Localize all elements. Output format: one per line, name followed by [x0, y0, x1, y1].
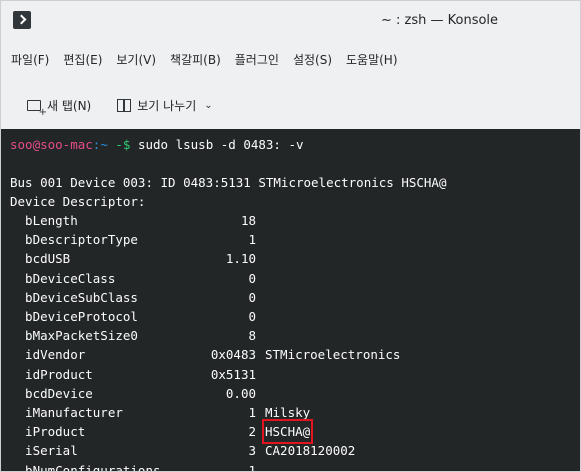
title-bar[interactable]: ~ : zsh — Konsole: [1, 1, 580, 41]
descriptor-row: bNumConfigurations 1: [1, 461, 580, 472]
field-value: 0: [248, 270, 256, 286]
split-view-label: 보기 나누기: [137, 98, 197, 113]
field-name: iSerial: [10, 443, 78, 459]
field-description: CA2018120002: [265, 443, 356, 459]
command-text: sudo lsusb -d 0483: -v: [137, 137, 304, 152]
menu-settings[interactable]: 설정(S): [279, 49, 332, 71]
menu-bar: 파일(F) 편집(E) 보기(V) 책갈피(B) 플러그인 설정(S) 도움말(…: [1, 49, 580, 71]
field-name: bMaxPacketSize0: [10, 328, 138, 344]
field-value: 0x0483: [210, 347, 256, 363]
descriptor-row: bDescriptorType 1: [1, 230, 580, 249]
new-tab-label: 새 탭(N): [47, 98, 92, 113]
field-name: idVendor: [10, 347, 86, 363]
new-tab-icon: [27, 99, 47, 118]
descriptor-row: bcdDevice 0.00: [1, 384, 580, 403]
descriptor-row: iSerial 3 CA2018120002: [1, 441, 580, 460]
field-name: bcdUSB: [10, 251, 71, 267]
field-description: STMicroelectronics: [265, 347, 401, 363]
field-value: 0x5131: [210, 366, 256, 382]
field-name: bcdDevice: [10, 385, 93, 401]
field-value: 1: [248, 405, 256, 420]
field-value: 0: [248, 309, 256, 324]
descriptor-row: bcdUSB 1.10: [1, 249, 580, 268]
descriptor-row: bLength 18: [1, 211, 580, 230]
descriptor-row: bDeviceSubClass 0: [1, 288, 580, 307]
field-name: bDescriptorType: [10, 232, 138, 248]
field-value: 0: [248, 289, 256, 305]
field-value: 1.10: [225, 251, 256, 267]
descriptor-header: Device Descriptor:: [10, 194, 146, 209]
field-name: idProduct: [10, 366, 93, 382]
konsole-window: ~ : zsh — Konsole 파일(F) 편집(E) 보기(V) 책갈피(…: [0, 0, 581, 472]
menu-view[interactable]: 보기(V): [102, 49, 156, 71]
descriptor-row: bDeviceProtocol 0: [1, 307, 580, 326]
field-name: bLength: [10, 213, 78, 228]
menu-plugins[interactable]: 플러그인: [221, 49, 279, 71]
highlighted-product-name: HSCHA@: [261, 419, 314, 445]
bus-line: Bus 001 Device 003: ID 0483:5131 STMicro…: [10, 175, 447, 190]
descriptor-row: iManufacturer 1 Milsky: [1, 403, 580, 422]
prompt-symbol: -$: [107, 137, 138, 152]
descriptor-row: bMaxPacketSize0 8: [1, 326, 580, 345]
toolbar: 새 탭(N) 보기 나누기 ⌄: [1, 91, 580, 119]
descriptor-row: bDeviceClass 0: [1, 269, 580, 288]
field-value: 1: [248, 462, 256, 472]
field-value: 2: [248, 424, 256, 440]
field-value: 8: [248, 328, 256, 344]
menu-file[interactable]: 파일(F): [1, 49, 49, 71]
field-name: iProduct: [10, 424, 86, 440]
terminal-output[interactable]: soo@soo-mac:~ -$ sudo lsusb -d 0483: -v …: [1, 129, 580, 472]
menu-edit[interactable]: 편집(E): [49, 49, 102, 71]
field-name: bDeviceSubClass: [10, 289, 138, 305]
prompt-path: :~: [92, 137, 108, 152]
command-prompt-line: soo@soo-mac:~ -$ sudo lsusb -d 0483: -v: [10, 135, 304, 154]
field-name: bDeviceClass: [10, 270, 116, 286]
field-value: 0.00: [225, 385, 256, 401]
field-value: 3: [248, 443, 256, 459]
chevron-down-icon[interactable]: ⌄: [204, 100, 212, 111]
field-name: bNumConfigurations: [10, 462, 161, 472]
prompt-user: soo@soo-mac: [10, 137, 93, 152]
field-name: iManufacturer: [10, 405, 123, 420]
descriptor-row: idProduct 0x5131: [1, 365, 580, 384]
split-view-button[interactable]: 보기 나누기 ⌄: [117, 97, 213, 114]
window-title: ~ : zsh — Konsole: [381, 13, 499, 28]
field-value: 1: [248, 232, 256, 248]
menu-help[interactable]: 도움말(H): [332, 49, 398, 71]
split-view-icon: [117, 98, 132, 112]
descriptor-row: iProduct 2 HSCHA@: [1, 419, 580, 445]
new-tab-button[interactable]: 새 탭(N): [27, 97, 92, 118]
terminal-app-icon: [13, 11, 31, 29]
field-name: bDeviceProtocol: [10, 309, 138, 324]
field-description: Milsky: [265, 405, 311, 420]
descriptor-row: idVendor 0x0483 STMicroelectronics: [1, 345, 580, 364]
menu-bookmarks[interactable]: 책갈피(B): [156, 49, 221, 71]
field-value: 18: [240, 213, 256, 228]
